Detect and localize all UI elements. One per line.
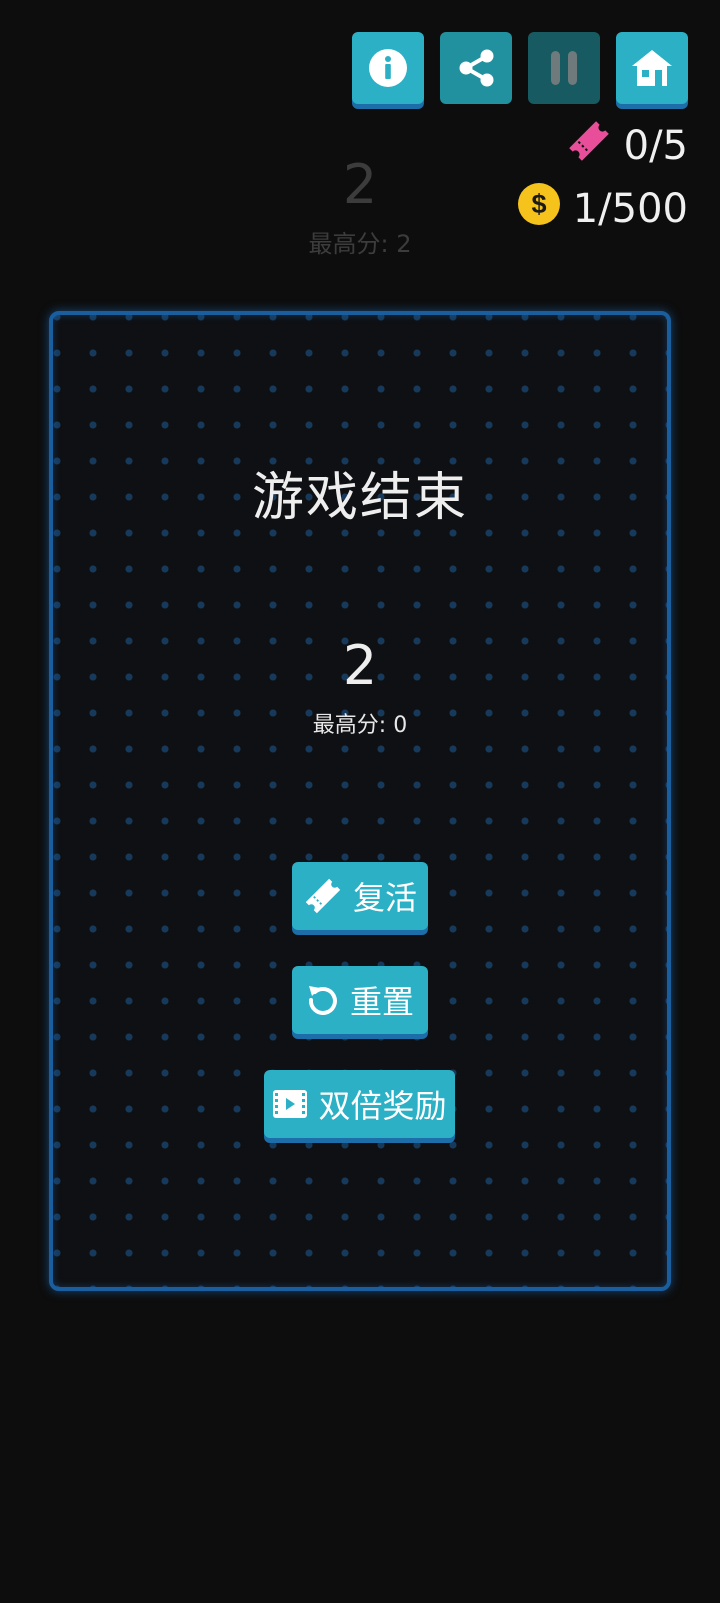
coin-counter: $ 1/500 bbox=[517, 182, 688, 236]
ticket-icon bbox=[303, 876, 343, 916]
ticket-count: 0/5 bbox=[623, 123, 688, 169]
ticket-icon bbox=[566, 118, 612, 174]
share-button[interactable] bbox=[440, 32, 512, 104]
double-reward-label: 双倍奖励 bbox=[318, 1087, 447, 1125]
game-over-title: 游戏结束 bbox=[251, 468, 468, 528]
current-best-score: 最高分: 2 bbox=[308, 230, 412, 258]
final-score: 2 bbox=[342, 634, 378, 697]
coin-icon: $ bbox=[517, 182, 561, 236]
restart-icon bbox=[306, 983, 340, 1017]
revive-button[interactable]: 复活 bbox=[292, 862, 428, 930]
info-icon bbox=[368, 48, 408, 88]
current-score: 2 bbox=[342, 153, 378, 216]
double-reward-button[interactable]: 双倍奖励 bbox=[264, 1070, 455, 1138]
ticket-counter: 0/5 bbox=[566, 118, 688, 174]
reset-label: 重置 bbox=[349, 983, 414, 1021]
top-toolbar bbox=[352, 32, 688, 104]
pause-button[interactable] bbox=[528, 32, 600, 104]
final-best-score: 最高分: 0 bbox=[312, 713, 408, 738]
video-icon bbox=[272, 1089, 308, 1119]
home-icon bbox=[630, 48, 674, 88]
home-button[interactable] bbox=[616, 32, 688, 104]
revive-label: 复活 bbox=[352, 879, 417, 917]
share-icon bbox=[455, 47, 497, 89]
coin-count: 1/500 bbox=[572, 186, 688, 232]
pause-icon bbox=[544, 48, 584, 88]
svg-text:$: $ bbox=[531, 189, 546, 219]
reset-button[interactable]: 重置 bbox=[292, 966, 428, 1034]
info-button[interactable] bbox=[352, 32, 424, 104]
